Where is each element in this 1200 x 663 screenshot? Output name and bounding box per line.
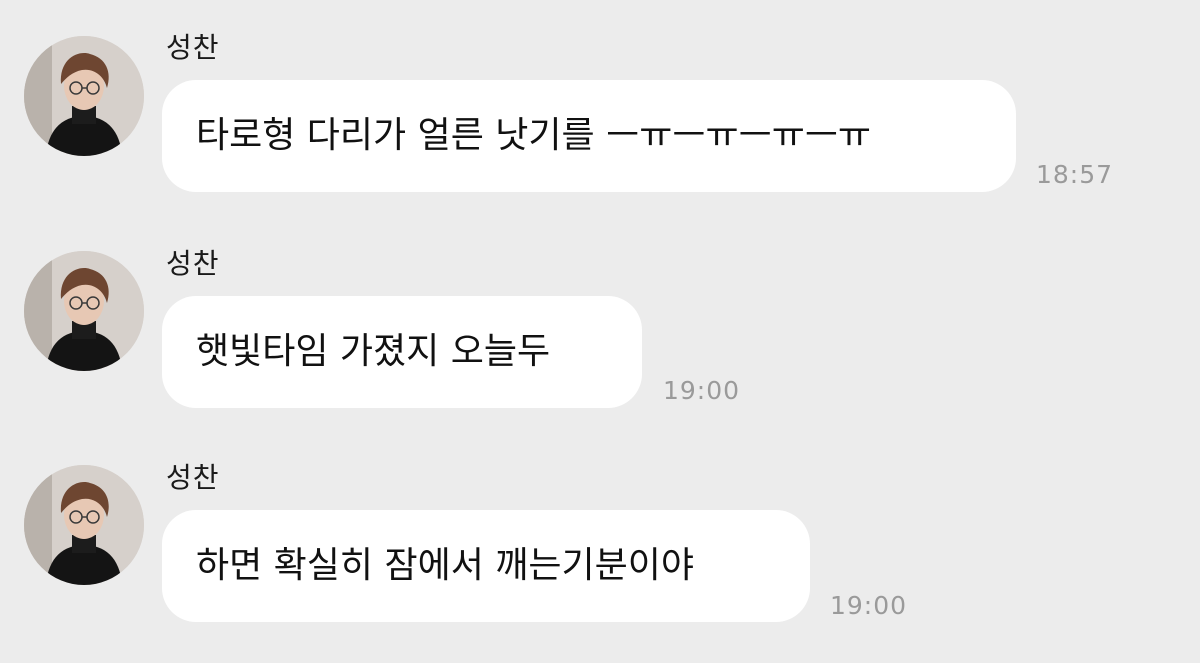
message-time: 19:00 — [663, 376, 741, 405]
sender-name: 성찬 — [166, 31, 220, 64]
profile-photo-icon — [24, 251, 144, 371]
message-time: 19:00 — [830, 591, 908, 620]
message-time: 18:57 — [1036, 160, 1114, 189]
message-bubble[interactable]: 타로형 다리가 얼른 낫기를 ㅡㅠㅡㅠㅡㅠㅡㅠ — [162, 80, 1016, 192]
message-bubble[interactable]: 햇빛타임 가졌지 오늘두 — [162, 296, 642, 408]
message-bubble[interactable]: 하면 확실히 잠에서 깨는기분이야 — [162, 510, 810, 622]
avatar[interactable] — [24, 251, 144, 371]
sender-name: 성찬 — [166, 247, 220, 280]
avatar[interactable] — [24, 36, 144, 156]
profile-photo-icon — [24, 465, 144, 585]
profile-photo-icon — [24, 36, 144, 156]
avatar[interactable] — [24, 465, 144, 585]
sender-name: 성찬 — [166, 461, 220, 494]
